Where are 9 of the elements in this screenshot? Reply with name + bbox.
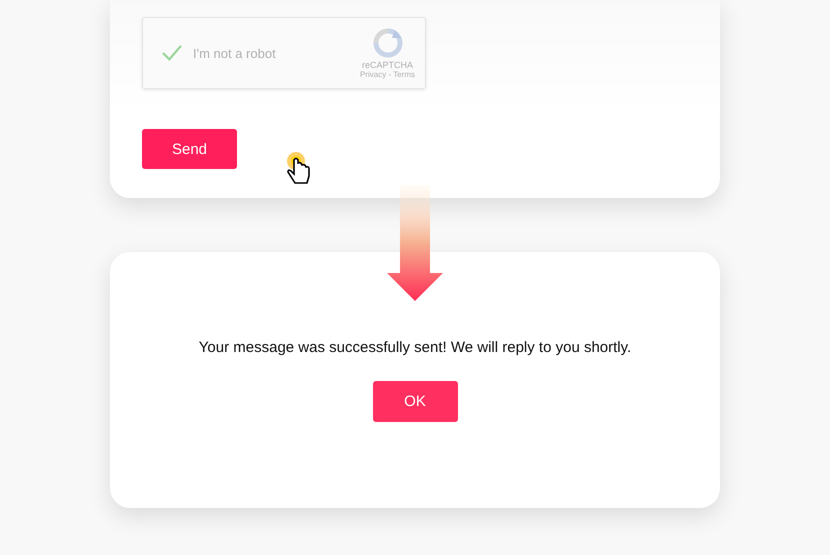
captcha-label: I'm not a robot	[193, 46, 277, 60]
send-button[interactable]: Send	[142, 129, 237, 169]
recaptcha-brand: reCAPTCHA	[362, 60, 414, 70]
down-arrow-icon	[387, 185, 443, 301]
checkmark-icon[interactable]	[161, 44, 183, 62]
privacy-terms-link[interactable]: Privacy - Terms	[360, 70, 415, 78]
success-message: Your message was successfully sent! We will reply to you shortly.	[198, 339, 632, 356]
ok-button[interactable]: OK	[372, 381, 458, 422]
recaptcha-logo-icon	[372, 28, 403, 58]
